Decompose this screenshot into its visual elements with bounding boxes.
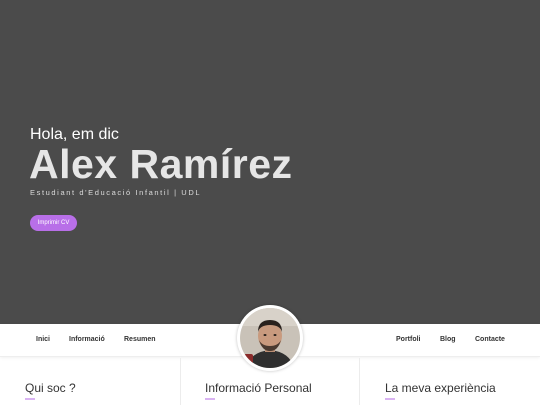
nav-item-portfoli[interactable]: Portfoli	[396, 336, 421, 343]
nav-item-resumen[interactable]: Resumen	[124, 336, 156, 343]
section-accent	[25, 398, 35, 400]
section-divider	[359, 358, 360, 405]
avatar-portrait	[240, 308, 300, 368]
section-accent	[205, 398, 215, 400]
section-accent	[385, 398, 395, 400]
nav-item-informacio[interactable]: Informació	[69, 336, 105, 343]
hero-banner: Hola, em dic Alex Ramírez Estudiant d'Ed…	[0, 0, 540, 324]
avatar	[237, 305, 303, 371]
section-title-experiencia: La meva experiència	[385, 381, 496, 395]
print-cv-button[interactable]: Imprimir CV	[30, 215, 77, 231]
section-title-informacio-personal: Informació Personal	[205, 381, 312, 395]
section-title-qui-soc: Qui soc ?	[25, 381, 76, 395]
section-divider	[180, 358, 181, 405]
nav-item-contacte[interactable]: Contacte	[475, 336, 505, 343]
nav-item-inici[interactable]: Inici	[36, 336, 50, 343]
nav-item-blog[interactable]: Blog	[440, 336, 456, 343]
hero-subtitle: Estudiant d'Educació Infantil | UDL	[30, 188, 202, 197]
hero-name: Alex Ramírez	[29, 141, 293, 187]
